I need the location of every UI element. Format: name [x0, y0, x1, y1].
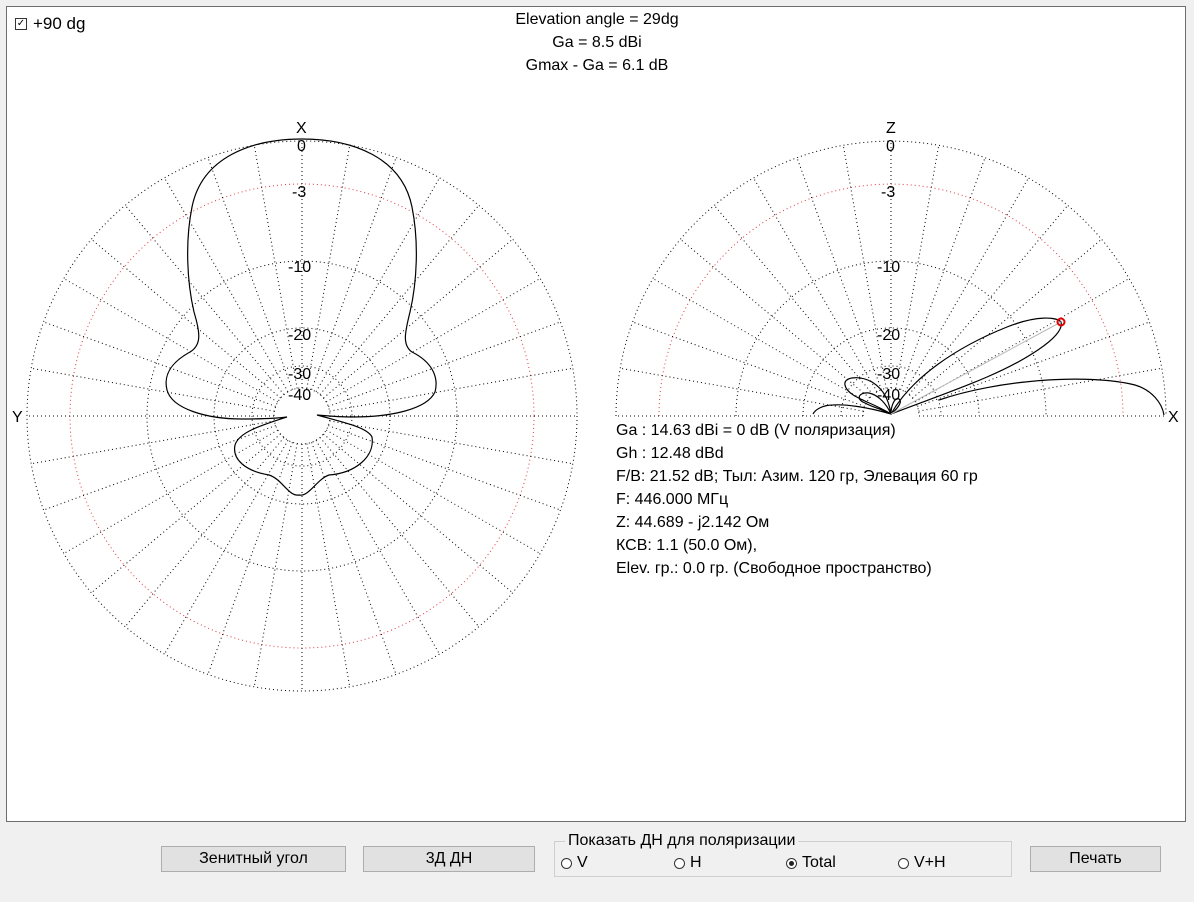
radio-h-label: H	[690, 854, 702, 871]
grid-spoke	[91, 238, 281, 399]
grid-spoke	[895, 145, 940, 389]
radio-total-icon[interactable]	[786, 857, 797, 869]
polarization-legend: Показать ДН для поляризации	[565, 833, 799, 849]
polarization-group: Показать ДН для поляризации V H Total V+…	[554, 833, 1012, 877]
gmax-text: Gmax - Ga = 6.1 dB	[525, 57, 669, 74]
elevation-grid: 0-3-10-20-30-40	[615, 138, 1167, 417]
radio-h-icon[interactable]	[674, 857, 685, 869]
info-elevation: Elev. гр.: 0.0 гр. (Свободное пространст…	[616, 560, 932, 577]
radio-v-plus-h[interactable]: V+H	[898, 854, 946, 872]
radio-total-label: Total	[802, 854, 836, 871]
radio-v-icon[interactable]	[561, 857, 572, 869]
radiation-pattern-canvas: 0-3-10-20-30-40 0-3-10-20-30-40 X Y Z X	[12, 120, 1179, 692]
ga-text: Ga = 8.5 dBi	[552, 34, 642, 51]
grid-spoke	[164, 439, 289, 655]
db-tick-label: -20	[877, 327, 900, 344]
elevation-top-axis-label: Z	[886, 120, 896, 137]
grid-spoke	[323, 238, 513, 399]
grid-spoke	[329, 367, 573, 412]
db-tick-label: -3	[292, 184, 306, 201]
db-tick-label: -10	[877, 259, 900, 276]
grid-spoke	[620, 367, 864, 412]
3d-pattern-button[interactable]: 3Д ДН	[363, 846, 535, 872]
grid-spoke	[713, 205, 874, 395]
grid-spoke	[325, 429, 541, 554]
elevation-right-axis-label: X	[1168, 409, 1179, 426]
grid-spoke	[253, 443, 298, 687]
azimuth-top-axis-label: X	[296, 120, 307, 137]
radio-h[interactable]: H	[674, 854, 702, 872]
grid-ring	[69, 183, 535, 649]
info-impedance: Z: 44.689 - j2.142 Ом	[616, 514, 770, 531]
grid-spoke	[124, 437, 285, 627]
grid-spoke	[63, 429, 279, 554]
db-tick-label: -20	[288, 327, 311, 344]
radio-v-label: V	[577, 854, 588, 871]
plot-area: 0 -3 -10 -20 -30 -40 0 -3 -10 -20 -30 -40 X Y Z X …	[6, 6, 1186, 822]
grid-spoke	[325, 278, 541, 403]
db-tick-label: -40	[288, 387, 311, 404]
azimuth-left-axis-label: Y	[12, 409, 23, 426]
db-tick-label: -30	[288, 366, 311, 383]
elevation-tail-lobe	[938, 378, 1165, 416]
radio-v-plus-h-label: V+H	[914, 854, 946, 871]
zenith-angle-button[interactable]: Зенитный угол	[161, 846, 346, 872]
grid-spoke	[306, 443, 351, 687]
grid-spoke	[63, 278, 279, 403]
grid-spoke	[908, 205, 1069, 395]
grid-spoke	[319, 437, 480, 627]
grid-spoke	[912, 238, 1102, 399]
grid-spoke	[323, 433, 513, 594]
grid-spoke	[91, 433, 281, 594]
info-frequency: F: 446.000 МГц	[616, 491, 729, 508]
radio-v[interactable]: V	[561, 854, 588, 872]
print-button[interactable]: Печать	[1030, 846, 1161, 872]
db-tick-label: -10	[288, 259, 311, 276]
grid-spoke	[315, 177, 440, 393]
azimuth-grid: 0 -3 -10 -20 -30 -40	[26, 138, 578, 692]
db-tick-label: 0	[886, 138, 895, 155]
grid-spoke	[164, 177, 289, 393]
db-tick-label: -3	[881, 184, 895, 201]
radio-total[interactable]: Total	[786, 854, 836, 872]
info-ga: Ga : 14.63 dBi = 0 dB (V поляризация)	[616, 422, 896, 439]
grid-spoke	[753, 177, 878, 393]
grid-spoke	[652, 278, 868, 403]
grid-spoke	[904, 177, 1029, 393]
db-tick-label: 0	[297, 138, 306, 155]
elevation-angle-text: Elevation angle = 29dg	[515, 11, 679, 28]
db-tick-label: -30	[877, 366, 900, 383]
elevation-max-direction-line	[890, 321, 1062, 415]
grid-spoke	[319, 205, 480, 395]
info-swr: КСВ: 1.1 (50.0 Ом),	[616, 537, 758, 554]
info-gh: Gh : 12.48 dBd	[616, 445, 724, 462]
grid-ring	[213, 327, 391, 505]
grid-spoke	[680, 238, 870, 399]
grid-spoke	[315, 439, 440, 655]
info-fb: F/B: 21.52 dB; Тыл: Азим. 120 гр, Элевац…	[616, 468, 978, 485]
grid-spoke	[124, 205, 285, 395]
radio-v-plus-h-icon[interactable]	[898, 857, 909, 869]
